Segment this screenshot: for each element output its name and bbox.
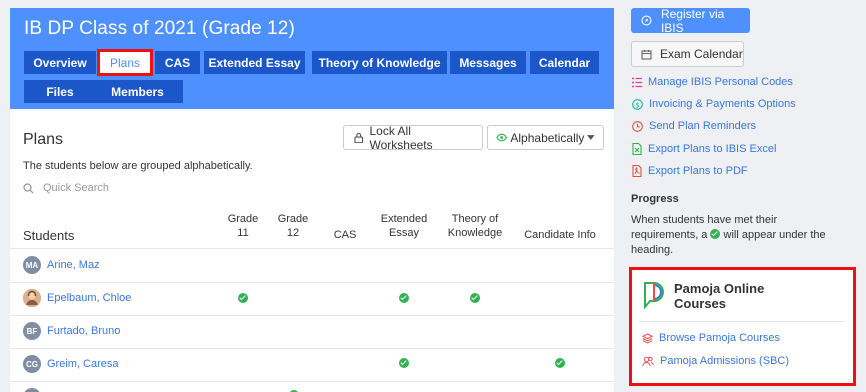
exam-calendar-label: Exam Calendar (660, 47, 743, 61)
col-grade-11-line1: Grade (227, 213, 259, 225)
pamoja-courses-card: Pamoja Online Courses Browse Pamoja Cour… (629, 267, 856, 386)
row-divider (10, 282, 614, 283)
export-pdf-link[interactable]: Export Plans to PDF (632, 165, 748, 177)
list-icon (632, 77, 642, 87)
col-grade-12-line2: 12 (286, 227, 300, 239)
register-via-ibis-button[interactable]: Register via IBIS (631, 6, 750, 35)
caret-down-icon (587, 135, 595, 140)
layers-icon (642, 332, 653, 344)
grade-11-check-icon (238, 293, 248, 303)
compass-icon (641, 15, 652, 26)
row-divider (10, 315, 614, 316)
row-divider (10, 348, 614, 349)
col-extended-essay-line2: Essay (389, 227, 419, 239)
eye-icon (496, 133, 508, 142)
student-name[interactable]: Furtado, Bruno (47, 325, 120, 337)
link-label: Pamoja Admissions (SBC) (660, 355, 789, 367)
col-tok-line2: Knowledge (447, 227, 503, 239)
avatar: MA (23, 256, 41, 274)
col-students[interactable]: Students (23, 228, 74, 243)
avatar: CG (23, 355, 41, 373)
pamoja-admissions-link[interactable]: Pamoja Admissions (SBC) (642, 355, 789, 367)
users-icon (642, 356, 654, 366)
tab-plans[interactable]: Plans (97, 49, 153, 76)
tab-calendar[interactable]: Calendar (530, 51, 599, 74)
col-grade-11[interactable]: Grade 11 (222, 212, 264, 240)
divider (639, 321, 845, 322)
tab-overview[interactable]: Overview (24, 51, 96, 74)
avatar: BF (23, 322, 41, 340)
tab-extended-essay[interactable]: Extended Essay (204, 51, 305, 74)
link-label: Send Plan Reminders (649, 120, 757, 132)
pamoja-title: Pamoja Online Courses (674, 281, 765, 311)
col-extended-essay[interactable]: Extended Essay (374, 212, 434, 240)
col-theory-of-knowledge[interactable]: Theory of Knowledge (441, 212, 509, 240)
candidate-info-check-icon (555, 358, 565, 368)
tab-cas[interactable]: CAS (155, 51, 200, 74)
clock-icon (632, 120, 643, 132)
link-label: Export Plans to PDF (648, 165, 748, 177)
avatar (23, 289, 41, 307)
link-label: Manage IBIS Personal Codes (648, 76, 793, 88)
lock-icon (354, 132, 364, 143)
tab-theory-of-knowledge[interactable]: Theory of Knowledge (312, 51, 447, 74)
search-input[interactable]: Quick Search (43, 182, 109, 194)
row-divider (10, 381, 614, 382)
link-label: Invoicing & Payments Options (649, 98, 796, 110)
tab-files[interactable]: Files (24, 80, 96, 103)
student-name[interactable]: Arine, Maz (47, 259, 100, 271)
student-row-furtado[interactable]: BF Furtado, Bruno (23, 322, 120, 340)
send-plan-reminders-link[interactable]: Send Plan Reminders (632, 120, 756, 132)
svg-text:$: $ (635, 101, 639, 109)
sort-label: Alphabetically (510, 130, 585, 145)
page-title: IB DP Class of 2021 (Grade 12) (24, 18, 295, 39)
link-label: Export Plans to IBIS Excel (648, 143, 777, 155)
plans-title: Plans (23, 131, 64, 148)
calendar-icon (641, 49, 652, 60)
student-row-epelbaum[interactable]: Epelbaum, Chloe (23, 289, 131, 307)
quick-search[interactable]: Quick Search (23, 182, 109, 194)
invoicing-payments-link[interactable]: $ Invoicing & Payments Options (632, 98, 796, 110)
excel-icon (632, 143, 642, 155)
dollar-icon: $ (632, 98, 643, 110)
sort-alphabetically-dropdown[interactable]: Alphabetically (487, 125, 604, 150)
manage-ibis-codes-link[interactable]: Manage IBIS Personal Codes (632, 76, 793, 88)
exam-calendar-button[interactable]: Exam Calendar (631, 41, 744, 67)
student-row-arine[interactable]: MA Arine, Maz (23, 256, 100, 274)
progress-heading: Progress (631, 193, 679, 205)
col-tok-line1: Theory of (451, 213, 499, 225)
col-cas[interactable]: CAS (324, 228, 366, 242)
link-label: Browse Pamoja Courses (659, 332, 781, 344)
register-label: Register via IBIS (660, 6, 725, 35)
col-grade-11-line2: 11 (237, 227, 249, 239)
search-icon (23, 182, 34, 193)
tab-messages[interactable]: Messages (450, 51, 526, 74)
avatar (23, 388, 41, 392)
col-grade-12[interactable]: Grade 12 (272, 212, 314, 240)
student-name[interactable]: Epelbaum, Chloe (47, 292, 131, 304)
avatar-photo-icon (23, 289, 41, 307)
col-grade-12-line1: Grade (277, 213, 309, 225)
pamoja-logo-icon (644, 282, 664, 309)
export-ibis-excel-link[interactable]: Export Plans to IBIS Excel (632, 143, 776, 155)
browse-pamoja-courses-link[interactable]: Browse Pamoja Courses (642, 332, 780, 344)
extended-essay-check-icon (399, 293, 409, 303)
student-name[interactable]: Greim, Caresa (47, 358, 119, 370)
class-header: IB DP Class of 2021 (Grade 12) Overview … (10, 8, 614, 109)
pdf-icon (632, 165, 642, 177)
row-divider (10, 248, 614, 249)
plans-description: The students below are grouped alphabeti… (23, 160, 253, 172)
tab-members[interactable]: Members (92, 80, 183, 103)
col-candidate-info[interactable]: Candidate Info (518, 228, 602, 242)
check-icon (710, 229, 721, 239)
tok-check-icon (470, 293, 480, 303)
plans-panel: Plans Lock All Worksheets Alphabetically… (10, 109, 614, 392)
col-extended-essay-line1: Extended (380, 213, 428, 225)
progress-description: When students have met their requirement… (631, 213, 846, 258)
lock-all-worksheets-button[interactable]: Lock All Worksheets (343, 123, 483, 152)
student-row-greim[interactable]: CG Greim, Caresa (23, 355, 119, 373)
lock-all-worksheets-label: Lock All Worksheets (369, 123, 433, 152)
extended-essay-check-icon (399, 358, 409, 368)
